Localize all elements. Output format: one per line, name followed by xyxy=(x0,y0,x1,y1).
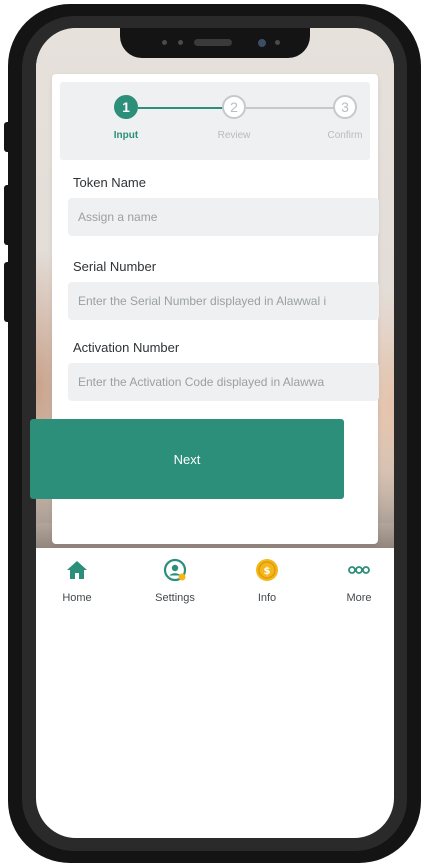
notch-sensor xyxy=(178,40,183,45)
volume-down-button xyxy=(4,262,12,322)
nav-item-info[interactable]: $ Info xyxy=(232,558,302,618)
step-2-circle: 2 xyxy=(222,95,246,119)
nav-item-more[interactable]: More xyxy=(324,558,394,618)
nav-label-more: More xyxy=(346,592,372,604)
nav-label-settings: Settings xyxy=(155,592,195,604)
nav-item-settings[interactable]: Settings xyxy=(140,558,210,618)
mute-switch xyxy=(4,122,12,152)
notch-sensor xyxy=(162,40,167,45)
next-button[interactable]: Next xyxy=(30,419,344,499)
step-2-label: Review xyxy=(217,130,251,141)
step-3-label: Confirm xyxy=(327,130,363,141)
serial-number-input[interactable] xyxy=(68,282,379,320)
step-3-circle: 3 xyxy=(333,95,357,119)
phone-notch xyxy=(120,28,310,58)
more-dots-icon xyxy=(348,566,370,574)
activation-number-input[interactable] xyxy=(68,363,379,401)
notch-speaker xyxy=(194,39,232,46)
nav-item-home[interactable]: Home xyxy=(42,558,112,618)
token-name-label: Token Name xyxy=(73,175,146,190)
step-connector-2 xyxy=(246,107,334,109)
step-connector-1 xyxy=(138,107,224,109)
svg-text:$: $ xyxy=(264,566,271,577)
activation-number-label: Activation Number xyxy=(73,340,180,355)
volume-up-button xyxy=(4,185,12,245)
step-1-label: Input xyxy=(113,130,139,141)
serial-number-label: Serial Number xyxy=(73,259,157,274)
progress-stepper: 1 2 3 Input Review Confirm xyxy=(60,82,370,160)
info-coin-icon: $ xyxy=(256,559,278,581)
notch-sensor xyxy=(275,40,280,45)
nav-label-home: Home xyxy=(62,592,92,604)
home-icon xyxy=(67,561,87,579)
settings-user-icon xyxy=(163,558,187,582)
token-name-input[interactable] xyxy=(68,198,379,236)
bottom-nav: Home Settings $ Info More xyxy=(36,548,394,626)
front-camera xyxy=(258,39,266,47)
nav-label-info: Info xyxy=(257,592,277,604)
step-1-circle: 1 xyxy=(114,95,138,119)
